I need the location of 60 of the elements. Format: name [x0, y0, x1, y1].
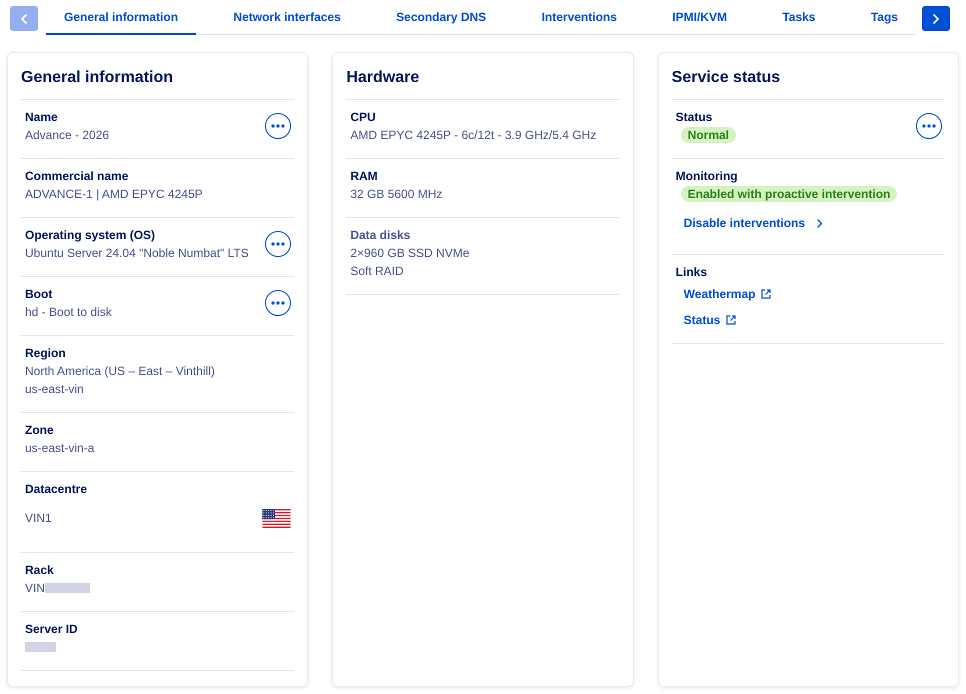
tab[interactable]: Interventions	[524, 0, 635, 35]
tab[interactable]: Network interfaces	[215, 0, 359, 35]
field-label: Boot	[25, 286, 54, 303]
ellipsis-icon	[271, 301, 286, 305]
tab[interactable]: Tags	[852, 0, 916, 35]
link[interactable]: Disable interventions	[684, 214, 824, 232]
status-badge: Enabled with proactive intervention	[680, 186, 898, 202]
field-value: us-east-vin-a	[25, 440, 96, 457]
more-actions-button[interactable]	[265, 231, 292, 257]
field-label: Commercial name	[25, 168, 130, 185]
field-label: Status	[676, 109, 714, 126]
field-label: Monitoring	[676, 168, 739, 185]
link[interactable]: Status	[684, 311, 736, 329]
field-label: Data disks	[350, 227, 412, 244]
more-actions-button[interactable]	[265, 113, 292, 139]
chevron-right-icon	[817, 218, 824, 228]
ellipsis-icon	[271, 124, 286, 128]
chevron-left-icon	[20, 14, 28, 24]
field-value: ADVANCE-1 | AMD EPYC 4245P	[25, 186, 204, 203]
tab[interactable]: Secondary DNS	[378, 0, 504, 35]
card-title: Hardware	[346, 53, 620, 100]
field-label: RAM	[350, 168, 379, 185]
more-actions-button[interactable]	[265, 290, 292, 316]
field-value: VIN1	[25, 510, 52, 527]
status-badge: Normal	[680, 127, 736, 143]
ellipsis-icon	[922, 124, 936, 128]
field-value: North America (US – East – Vinthill)	[25, 363, 216, 380]
field-value: Ubuntu Server 24.04 "Noble Numbat" LTS	[25, 245, 250, 262]
field-value: AMD EPYC 4245P - 6c/12t - 3.9 GHz/5.4 GHz	[350, 127, 598, 144]
tab[interactable]: General information	[46, 0, 196, 35]
external-link-icon	[726, 315, 736, 325]
field-value: Soft RAID	[350, 263, 405, 280]
field-value: Advance - 2026	[25, 127, 110, 144]
card-title: General information	[21, 53, 294, 100]
scroll-right-button[interactable]	[922, 6, 950, 31]
more-actions-button[interactable]	[916, 113, 942, 139]
field-label: Links	[676, 264, 708, 281]
card-title: Service status	[672, 53, 945, 100]
field-value: us-east-vin	[25, 381, 85, 398]
field-value: 32 GB 5600 MHz	[350, 186, 444, 203]
tab[interactable]: Tasks	[764, 0, 834, 35]
redacted-block	[25, 642, 56, 652]
field-label: CPU	[350, 109, 377, 126]
field-label: Rack	[25, 562, 55, 579]
field-label: Server ID	[25, 621, 79, 638]
field-value: 2×960 GB SSD NVMe	[350, 245, 470, 262]
us-flag-icon	[262, 508, 292, 528]
tab[interactable]: IPMI/KVM	[654, 0, 745, 35]
field-label: Operating system (OS)	[25, 227, 156, 244]
chevron-right-icon	[932, 14, 940, 24]
link[interactable]: Weathermap	[684, 285, 772, 303]
field-value: VIN	[25, 580, 46, 597]
field-label: Datacentre	[25, 481, 88, 498]
field-label: Zone	[25, 422, 55, 439]
external-link-icon	[761, 289, 772, 299]
ellipsis-icon	[271, 242, 286, 246]
field-label: Region	[25, 345, 67, 362]
field-value: hd - Boot to disk	[25, 304, 113, 321]
redacted-block	[45, 583, 90, 593]
field-label: Name	[25, 109, 59, 126]
